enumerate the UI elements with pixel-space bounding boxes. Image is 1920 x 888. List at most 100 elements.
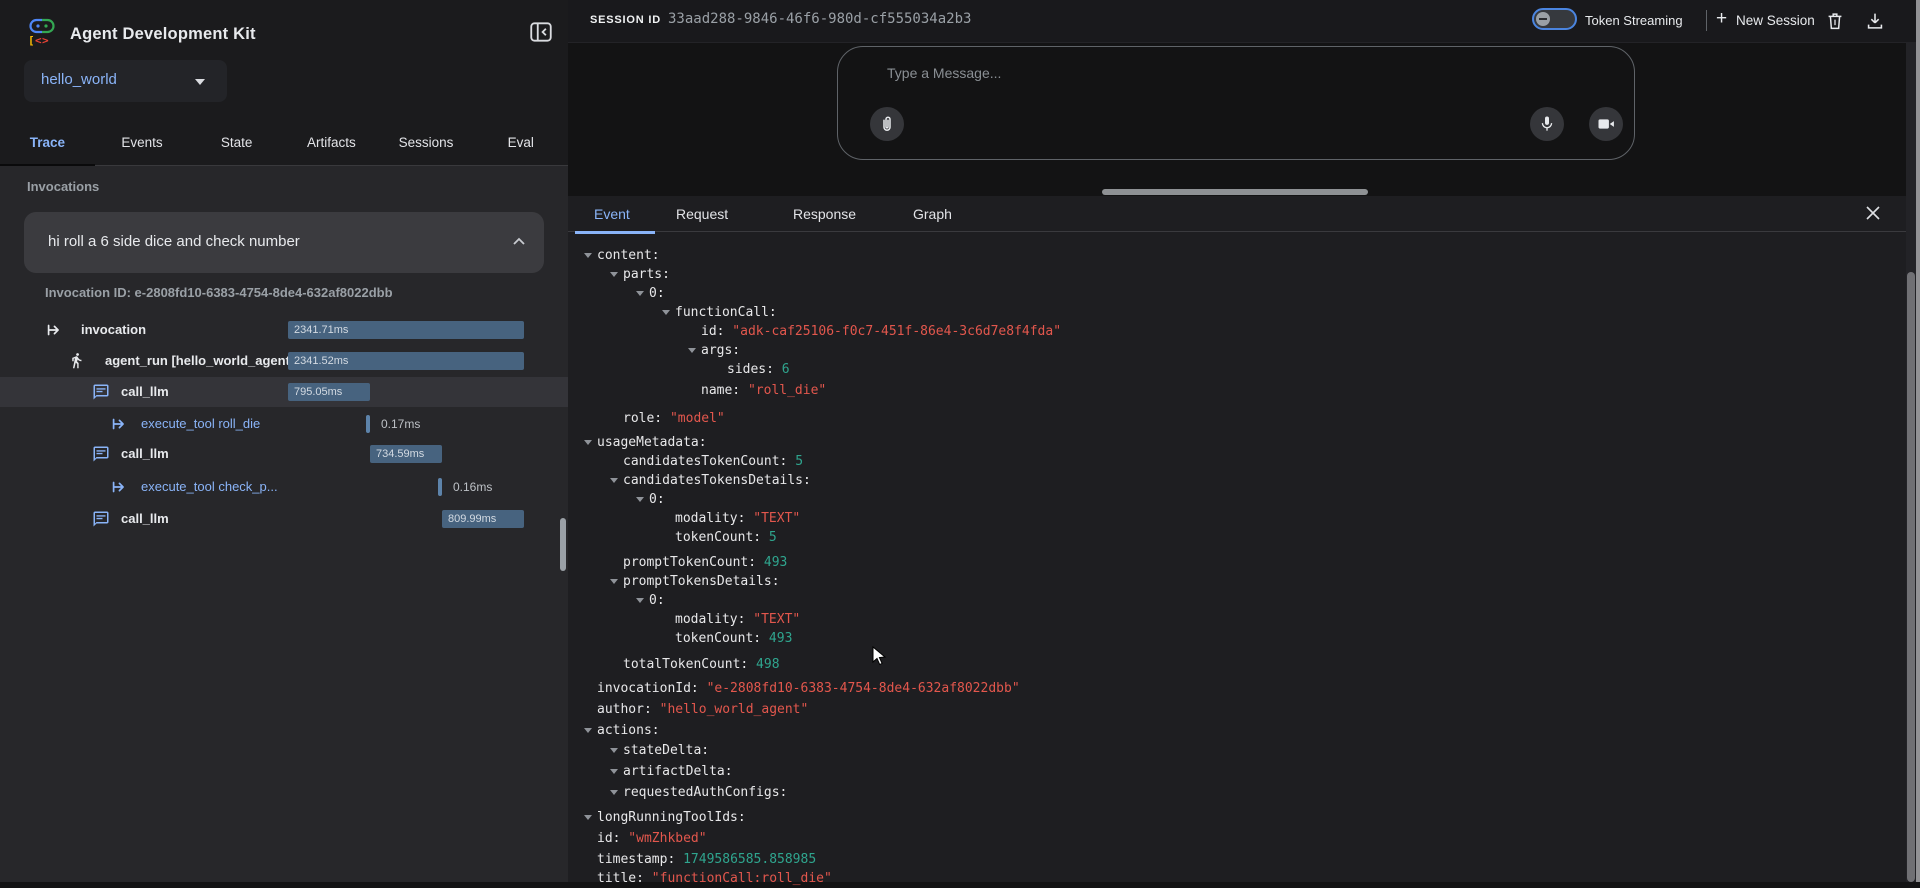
expand-caret-icon[interactable]: [610, 272, 618, 277]
json-line: timestamp: 1749586585.858985: [595, 850, 1895, 869]
json-line: sides: 6: [595, 360, 1895, 379]
expand-caret-icon[interactable]: [636, 598, 644, 603]
json-line: content:: [595, 246, 1895, 265]
json-line: candidatesTokenCount: 5: [595, 452, 1895, 471]
json-key: actions:: [597, 723, 660, 738]
duration-bar: [438, 478, 442, 496]
event-panel-tab-graph[interactable]: Graph: [913, 206, 952, 222]
trace-span-call_llm[interactable]: call_llm795.05ms: [0, 377, 568, 407]
event-panel-tab-event[interactable]: Event: [594, 206, 630, 222]
toggle-knob-icon: [1536, 12, 1550, 26]
json-key: invocationId:: [597, 681, 699, 696]
microphone-icon: [1537, 114, 1557, 134]
chevron-down-icon: [195, 79, 205, 85]
expand-caret-icon[interactable]: [636, 497, 644, 502]
event-panel-tab-response[interactable]: Response: [793, 206, 856, 222]
json-key: 0:: [649, 593, 665, 608]
json-key: author:: [597, 702, 652, 717]
sidebar-scrollbar[interactable]: [560, 518, 566, 571]
json-key: 0:: [649, 286, 665, 301]
json-value: "roll_die": [740, 383, 826, 398]
json-key: candidatesTokensDetails:: [623, 473, 811, 488]
expand-caret-icon[interactable]: [584, 728, 592, 733]
json-key: args:: [701, 343, 740, 358]
json-line: promptTokenCount: 493: [595, 553, 1895, 572]
adk-logo-icon: [ < >: [26, 16, 58, 46]
expand-caret-icon[interactable]: [610, 579, 618, 584]
tab-eval[interactable]: Eval: [473, 120, 568, 165]
json-key: modality:: [675, 612, 745, 627]
token-streaming-toggle[interactable]: [1532, 8, 1577, 30]
expand-caret-icon[interactable]: [584, 440, 592, 445]
trace-span-agent_run[interactable]: agent_run [hello_world_agent]2341.52ms: [0, 346, 568, 376]
trace-span-execute_tool[interactable]: execute_tool check_p...0.16ms: [0, 472, 568, 502]
invocation-card[interactable]: hi roll a 6 side dice and check number: [24, 212, 544, 273]
collapse-sidebar-icon[interactable]: [528, 20, 554, 44]
sidebar: [ < > Agent Development Kit hello_world …: [0, 0, 568, 882]
trace-span-call_llm[interactable]: call_llm734.59ms: [0, 439, 568, 469]
topbar-divider: [1706, 10, 1707, 31]
panel-drag-handle[interactable]: [1102, 189, 1368, 195]
tab-trace[interactable]: Trace: [0, 120, 95, 165]
json-line: totalTokenCount: 498: [595, 655, 1895, 674]
message-input[interactable]: Type a Message...: [887, 65, 1001, 81]
tab-sessions[interactable]: Sessions: [379, 120, 474, 165]
attach-file-button[interactable]: [870, 107, 904, 141]
trace-span-execute_tool[interactable]: execute_tool roll_die0.17ms: [0, 409, 568, 439]
trace-span-invocation[interactable]: invocation2341.71ms: [0, 315, 568, 345]
json-key: timestamp:: [597, 852, 675, 867]
session-id-value: 33aad288-9846-46f6-980d-cf555034a2b3: [668, 11, 971, 27]
json-value: 493: [756, 555, 787, 570]
expand-caret-icon[interactable]: [662, 310, 670, 315]
expand-caret-icon[interactable]: [610, 478, 618, 483]
json-key: totalTokenCount:: [623, 657, 748, 672]
json-value: "adk-caf25106-f0c7-451f-86e4-3c6d7e8f4fd…: [724, 324, 1061, 339]
delete-session-icon[interactable]: [1824, 10, 1846, 32]
json-line: actions:: [595, 721, 1895, 740]
duration-label: 0.16ms: [453, 480, 492, 494]
event-panel-tab-request[interactable]: Request: [676, 206, 728, 222]
tab-artifacts[interactable]: Artifacts: [284, 120, 379, 165]
json-key: content:: [597, 248, 660, 263]
close-icon[interactable]: [1862, 202, 1884, 224]
json-key: 0:: [649, 492, 665, 507]
json-key: tokenCount:: [675, 530, 761, 545]
json-line: author: "hello_world_agent": [595, 700, 1895, 719]
json-value: "wmZhkbed": [620, 831, 706, 846]
duration-bar: 809.99ms: [442, 510, 524, 528]
trace-span-call_llm[interactable]: call_llm809.99ms: [0, 504, 568, 534]
video-button[interactable]: [1589, 107, 1623, 141]
chevron-up-icon[interactable]: [512, 236, 526, 246]
json-key: requestedAuthConfigs:: [623, 785, 787, 800]
agent-select-dropdown[interactable]: hello_world: [24, 60, 227, 102]
json-value: "hello_world_agent": [652, 702, 809, 717]
json-value: 1749586585.858985: [675, 852, 816, 867]
invocation-prompt: hi roll a 6 side dice and check number: [48, 233, 300, 250]
json-line: promptTokensDetails:: [595, 572, 1895, 591]
json-key: name:: [701, 383, 740, 398]
chat-bubble-icon: [92, 383, 110, 401]
trace-span-label: execute_tool roll_die: [141, 416, 260, 431]
tab-state[interactable]: State: [189, 120, 284, 165]
expand-caret-icon[interactable]: [636, 291, 644, 296]
json-line: tokenCount: 493: [595, 629, 1895, 648]
window-scrollbar[interactable]: [1916, 0, 1920, 882]
sidebar-tab-bar: TraceEventsStateArtifactsSessionsEval: [0, 120, 568, 166]
json-line: args:: [595, 341, 1895, 360]
panel-scrollbar-thumb[interactable]: [1907, 272, 1915, 882]
json-value: 5: [761, 530, 777, 545]
json-value: 493: [761, 631, 792, 646]
expand-caret-icon[interactable]: [610, 748, 618, 753]
microphone-button[interactable]: [1530, 107, 1564, 141]
json-line: 0:: [595, 284, 1895, 303]
download-session-icon[interactable]: [1864, 10, 1886, 32]
duration-bar: 2341.71ms: [288, 321, 524, 339]
expand-caret-icon[interactable]: [584, 253, 592, 258]
tab-events[interactable]: Events: [95, 120, 190, 165]
expand-caret-icon[interactable]: [610, 790, 618, 795]
json-value: 498: [748, 657, 779, 672]
expand-caret-icon[interactable]: [688, 348, 696, 353]
expand-caret-icon[interactable]: [610, 769, 618, 774]
chat-bubble-icon: [92, 445, 110, 463]
expand-caret-icon[interactable]: [584, 815, 592, 820]
